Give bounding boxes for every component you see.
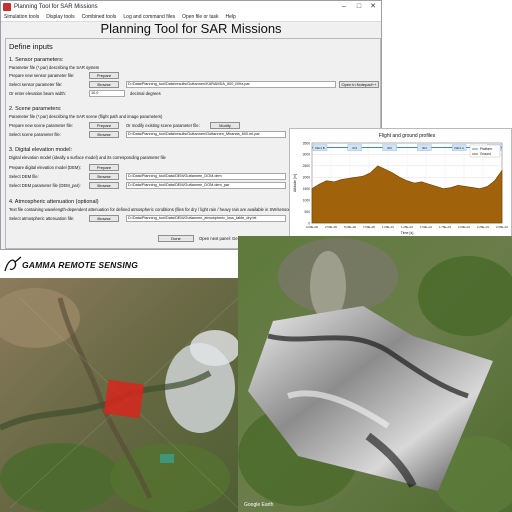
maximize-button[interactable]: □	[352, 1, 366, 13]
define-inputs-heading: Define inputs	[9, 42, 53, 51]
sensor-prepare-button[interactable]: Prepare	[89, 72, 119, 79]
beam-width-label: Or enter elevation beam width:	[9, 91, 67, 96]
scene-browse-button[interactable]: Browse	[89, 131, 119, 138]
sensor-prepare-label: Prepare new sensor parameter file:	[9, 73, 75, 78]
red-footprint-overlay	[103, 379, 145, 419]
scene-prepare-label: Prepare new scene parameter file:	[9, 123, 74, 128]
x-tick-label: 1.50E+01	[420, 225, 432, 229]
menu-display-tools[interactable]: Display tools	[46, 14, 74, 20]
x-axis-label: Time [s]	[401, 231, 414, 235]
minimize-button[interactable]: –	[337, 1, 351, 13]
profile-plot-window: Flight and ground profiles 0 500 1000 1500 20…	[289, 128, 512, 240]
sensor-select-label: Select sensor parameter file:	[9, 82, 63, 87]
menu-open-file-or-task[interactable]: Open file or task	[182, 14, 218, 20]
flight-marker-label: ID2	[387, 146, 392, 150]
x-tick-label: 1.00E+01	[382, 225, 394, 229]
menu-simulation-tools[interactable]: Simulation tools	[4, 14, 39, 20]
sensor-path-field[interactable]: D:/Data/Planning_tool/Data/results/Gutta…	[126, 81, 336, 88]
x-tick-label: 2.50E+01	[496, 225, 508, 229]
x-tick-label: 1.75E+01	[439, 225, 451, 229]
dem-browse-button[interactable]: Browse	[89, 173, 119, 180]
x-tick-label: 5.00E+00	[344, 225, 356, 229]
scene-modify-button[interactable]: Modify	[210, 122, 240, 129]
satellite-map-footprint[interactable]	[0, 278, 240, 512]
satellite-map-sar-image[interactable]: Google Earth	[238, 236, 512, 512]
dem-prepare-button[interactable]: Prepare	[89, 164, 119, 171]
sensor-description: Parameter file (*.par) describing the SA…	[9, 65, 100, 70]
atm-heading: 4. Atmospheric attenuation (optional)	[9, 199, 99, 205]
dem-par-browse-button[interactable]: Browse	[89, 182, 119, 189]
y-tick-label: 1000	[303, 198, 311, 202]
dem-description: Digital elevation model (ideally a surfa…	[9, 155, 166, 160]
scene-description: Parameter file (*.par) describing the SA…	[9, 114, 163, 119]
y-tick-label: 2500	[303, 164, 311, 168]
x-tick-label: 7.50E+00	[363, 225, 375, 229]
dem-par-label: Select DEM parameter file (DEM_par):	[9, 183, 81, 188]
y-axis-label: Altitude [m]	[293, 174, 297, 192]
atm-select-label: Select atmospheric attenuation file:	[9, 216, 75, 221]
sensor-browse-button[interactable]: Browse	[89, 81, 119, 88]
x-tick-label: 1.25E+01	[401, 225, 413, 229]
menu-log-and-command-files[interactable]: Log and command files	[123, 14, 175, 20]
x-tick-label: 2.25E+01	[477, 225, 489, 229]
gamma-logo-icon	[4, 256, 22, 272]
title-bar: Planning Tool for SAR Missions – □ ✕	[1, 1, 381, 13]
legend-platform-label: Platform	[480, 147, 493, 151]
dem-file-label: Select DEM file:	[9, 174, 39, 179]
flight-ground-profile-chart: Flight and ground profiles05001000150020…	[293, 133, 508, 235]
chart-title: Flight and ground profiles	[379, 133, 436, 139]
gamma-logo: GAMMA REMOTE SENSING	[0, 250, 238, 278]
open-in-notepad-button[interactable]: Open in Notepad++	[339, 81, 379, 88]
done-button[interactable]: Done	[158, 235, 194, 242]
scene-path-field[interactable]: D:/Data/Planning_tool/Data/results/Gutta…	[126, 131, 286, 138]
menu-help[interactable]: Help	[226, 14, 236, 20]
flight-marker-label: ID1	[352, 146, 357, 150]
atm-browse-button[interactable]: Browse	[89, 215, 119, 222]
dem-heading: 3. Digital elevation model:	[9, 147, 72, 153]
legend-ground-label: Ground	[480, 152, 491, 156]
flight-marker-label: DE/1 A	[455, 146, 464, 150]
scene-select-label: Select scene parameter file:	[9, 132, 61, 137]
x-tick-label: 2.00E+01	[458, 225, 470, 229]
y-tick-label: 1500	[303, 187, 311, 191]
dem-prepare-label: Prepare digital elevation model (DEM):	[9, 165, 81, 170]
atm-path-field[interactable]: D:/Data/Planning_tool/Data/DEM/Guttannen…	[126, 215, 286, 222]
flight-marker-label: ID3	[422, 146, 427, 150]
x-tick-label: 0.00E+00	[306, 225, 318, 229]
google-earth-watermark: Google Earth	[244, 502, 274, 508]
scene-modify-label: Or modify existing scene parameter file:	[126, 123, 200, 128]
y-tick-label: 2000	[303, 176, 311, 180]
beam-width-input[interactable]: 10.0	[89, 90, 125, 97]
gamma-brand-text: GAMMA REMOTE SENSING	[22, 260, 139, 270]
app-title: Planning Tool for SAR Missions	[100, 21, 282, 36]
beam-width-unit: decimal degrees	[130, 91, 161, 96]
y-tick-label: 3500	[303, 141, 311, 145]
sensor-heading: 1. Sensor parameters:	[9, 57, 64, 63]
app-icon	[3, 3, 11, 11]
x-tick-label: 2.50E+00	[325, 225, 337, 229]
flight-marker-label: DE/1 B	[315, 146, 325, 150]
menu-combined-tools[interactable]: Combined tools	[82, 14, 117, 20]
close-button[interactable]: ✕	[366, 1, 380, 13]
dem-path-field[interactable]: D:/Data/Planning_tool/Data/DEM/Guttannen…	[126, 173, 286, 180]
scene-prepare-button[interactable]: Prepare	[89, 122, 119, 129]
scene-heading: 2. Scene parameters:	[9, 106, 62, 112]
next-panel-label: Open next panel: Ge	[199, 236, 238, 241]
window-title: Planning Tool for SAR Missions	[14, 4, 98, 10]
y-tick-label: 3000	[303, 153, 311, 157]
y-tick-label: 500	[304, 210, 310, 214]
dem-par-path-field[interactable]: D:/Data/Planning_tool/Data/DEM/Guttannen…	[126, 182, 286, 189]
